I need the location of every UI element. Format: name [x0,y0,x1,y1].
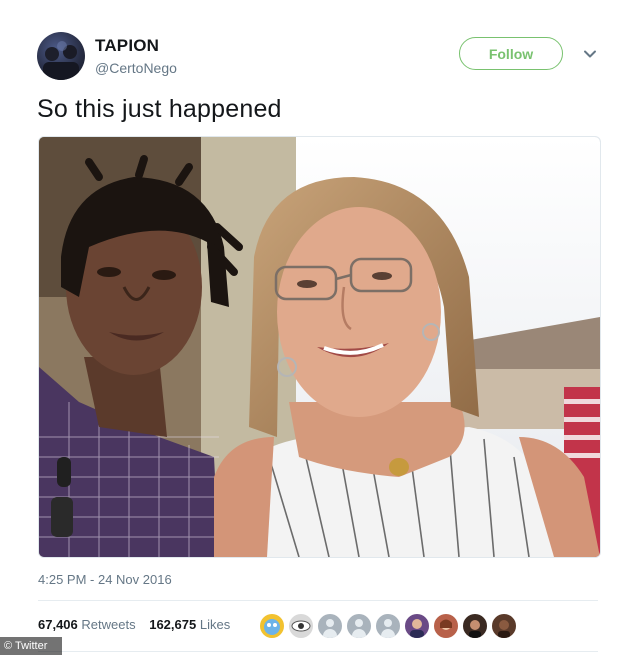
retweets-label: Retweets [81,617,136,632]
chevron-down-icon[interactable] [582,46,598,62]
likes-stat[interactable]: 162,675 Likes [149,617,230,632]
follow-button[interactable]: Follow [459,37,563,70]
liker-avatar-person[interactable] [491,613,517,639]
liker-avatar-cartoon[interactable] [259,613,285,639]
liker-avatar-person[interactable] [462,613,488,639]
user-handle[interactable]: @CertoNego [95,60,177,76]
divider [38,600,598,601]
liker-avatar-person[interactable] [433,613,459,639]
likes-label: Likes [199,617,231,632]
retweets-count: 67,406 [38,617,78,632]
display-name[interactable]: TAPION [95,36,159,56]
liker-avatar-default[interactable] [375,613,401,639]
retweets-stat[interactable]: 67,406 Retweets [38,617,136,632]
image-credit: © Twitter [0,637,62,655]
liker-avatar-default[interactable] [346,613,372,639]
liker-avatar-person[interactable] [404,613,430,639]
divider [38,651,598,652]
tweet-stats: 67,406 Retweets 162,675 Likes [38,617,240,632]
tweet-timestamp[interactable]: 4:25 PM - 24 Nov 2016 [38,572,172,587]
likes-count: 162,675 [149,617,197,632]
liker-avatar-eye[interactable] [288,613,314,639]
user-avatar[interactable] [37,32,85,80]
liker-avatar-default[interactable] [317,613,343,639]
tweet-card: TAPION @CertoNego Follow So this just ha… [0,0,634,655]
tweet-photo[interactable] [38,136,601,558]
tweet-text: So this just happened [37,95,282,123]
